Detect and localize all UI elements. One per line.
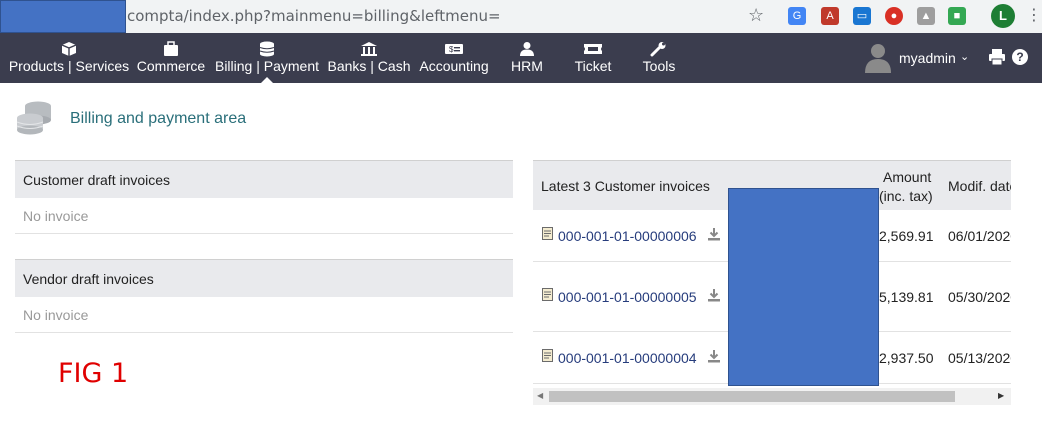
scroll-left-icon[interactable]: ◀ xyxy=(537,391,543,400)
coins-icon xyxy=(214,33,320,57)
invoice-doc-icon xyxy=(542,227,553,245)
invoice-modif-date: 05/30/2020 xyxy=(948,289,1011,305)
nav-accounting[interactable]: $ Accounting xyxy=(418,33,490,83)
nav-ticket[interactable]: Ticket xyxy=(568,33,618,83)
puzzle-icon[interactable]: ■ xyxy=(948,7,966,25)
nav-billing-payment[interactable]: Billing | Payment xyxy=(214,33,320,83)
nav-tools[interactable]: Tools xyxy=(636,33,682,83)
invoice-doc-icon xyxy=(542,288,553,306)
ticket-icon xyxy=(568,33,618,55)
invoice-doc-icon xyxy=(542,349,553,367)
browser-menu-icon[interactable]: ⋮ xyxy=(1026,5,1042,25)
modif-date-column-header: Modif. date xyxy=(948,178,1011,194)
nav-label: Products | Services xyxy=(8,58,130,74)
latest-invoices-title: Latest 3 Customer invoices xyxy=(541,178,710,194)
nav-commerce[interactable]: Commerce xyxy=(136,33,206,83)
nav-label: Tools xyxy=(642,58,676,74)
amount-column-header: Amount xyxy=(883,169,932,185)
svg-text:$: $ xyxy=(449,45,454,54)
download-icon[interactable] xyxy=(707,288,721,307)
invoice-modif-date: 05/13/2020 xyxy=(948,350,1011,366)
window-icon[interactable]: ▭ xyxy=(853,7,871,25)
redacted-url-prefix xyxy=(0,0,126,33)
invoice-amount: 2,937.50 xyxy=(879,350,934,366)
nav-label: Billing | Payment xyxy=(214,58,319,74)
nav-label: Commerce xyxy=(136,58,206,74)
customer-draft-empty-text: No invoice xyxy=(15,198,513,234)
cube-icon xyxy=(8,33,130,56)
bookmark-star-icon[interactable]: ☆ xyxy=(748,5,764,26)
nav-products-services[interactable]: Products | Services xyxy=(8,33,130,83)
chrome-badge-icon[interactable]: ● xyxy=(885,7,903,25)
pdf-icon[interactable]: A xyxy=(821,7,839,25)
download-icon[interactable] xyxy=(707,349,721,368)
profile-avatar[interactable]: L xyxy=(991,4,1015,28)
invoice-ref-link[interactable]: 000-001-01-00000005 xyxy=(558,289,697,305)
user-icon xyxy=(503,33,551,56)
invoice-ref-link[interactable]: 000-001-01-00000004 xyxy=(558,350,697,366)
username: myadmin xyxy=(899,50,956,66)
invoice-amount: 5,139.81 xyxy=(879,289,934,305)
nav-label: Ticket xyxy=(574,58,612,74)
scrollbar-thumb[interactable] xyxy=(549,391,955,402)
top-navigation-bar: Products | Services Commerce Billing | P… xyxy=(0,33,1042,83)
redaction-overlay xyxy=(728,188,879,386)
invoice-modif-date: 06/01/2020 xyxy=(948,228,1011,244)
page-title: Billing and payment area xyxy=(70,110,247,127)
browser-address-bar: compta/index.php?mainmenu=billing&leftme… xyxy=(0,0,1042,33)
translate-icon[interactable]: G xyxy=(788,7,806,25)
drive-icon[interactable]: ▲ xyxy=(917,7,935,25)
invoice-amount: 2,569.91 xyxy=(879,228,934,244)
money-icon: $ xyxy=(418,33,490,55)
vendor-draft-invoices-header: Vendor draft invoices xyxy=(15,259,513,297)
user-avatar-icon xyxy=(864,42,892,79)
figure-annotation: FIG 1 xyxy=(58,358,129,389)
bank-icon xyxy=(326,33,412,56)
coins-stack-icon xyxy=(14,100,54,141)
vendor-draft-empty-text: No invoice xyxy=(15,297,513,333)
scroll-right-icon[interactable]: ▶ xyxy=(998,391,1004,400)
url-text[interactable]: compta/index.php?mainmenu=billing&leftme… xyxy=(127,7,501,25)
user-menu[interactable]: myadmin ⌄ xyxy=(864,42,974,74)
nav-label: HRM xyxy=(511,58,543,74)
nav-label: Banks | Cash xyxy=(327,58,411,74)
invoice-ref-link[interactable]: 000-001-01-00000006 xyxy=(558,228,697,244)
help-icon[interactable]: ? xyxy=(1012,49,1028,65)
nav-banks-cash[interactable]: Banks | Cash xyxy=(326,33,412,83)
customer-draft-invoices-header: Customer draft invoices xyxy=(15,160,513,198)
nav-label: Accounting xyxy=(419,58,489,74)
download-icon[interactable] xyxy=(707,227,721,246)
print-icon[interactable] xyxy=(988,48,1006,71)
briefcase-icon xyxy=(136,33,206,56)
nav-hrm[interactable]: HRM xyxy=(503,33,551,83)
chevron-down-icon: ⌄ xyxy=(960,51,970,63)
amount-column-subheader: (inc. tax) xyxy=(879,188,933,204)
wrench-icon xyxy=(636,33,682,57)
horizontal-scrollbar[interactable]: ◀ ▶ xyxy=(533,388,1011,405)
